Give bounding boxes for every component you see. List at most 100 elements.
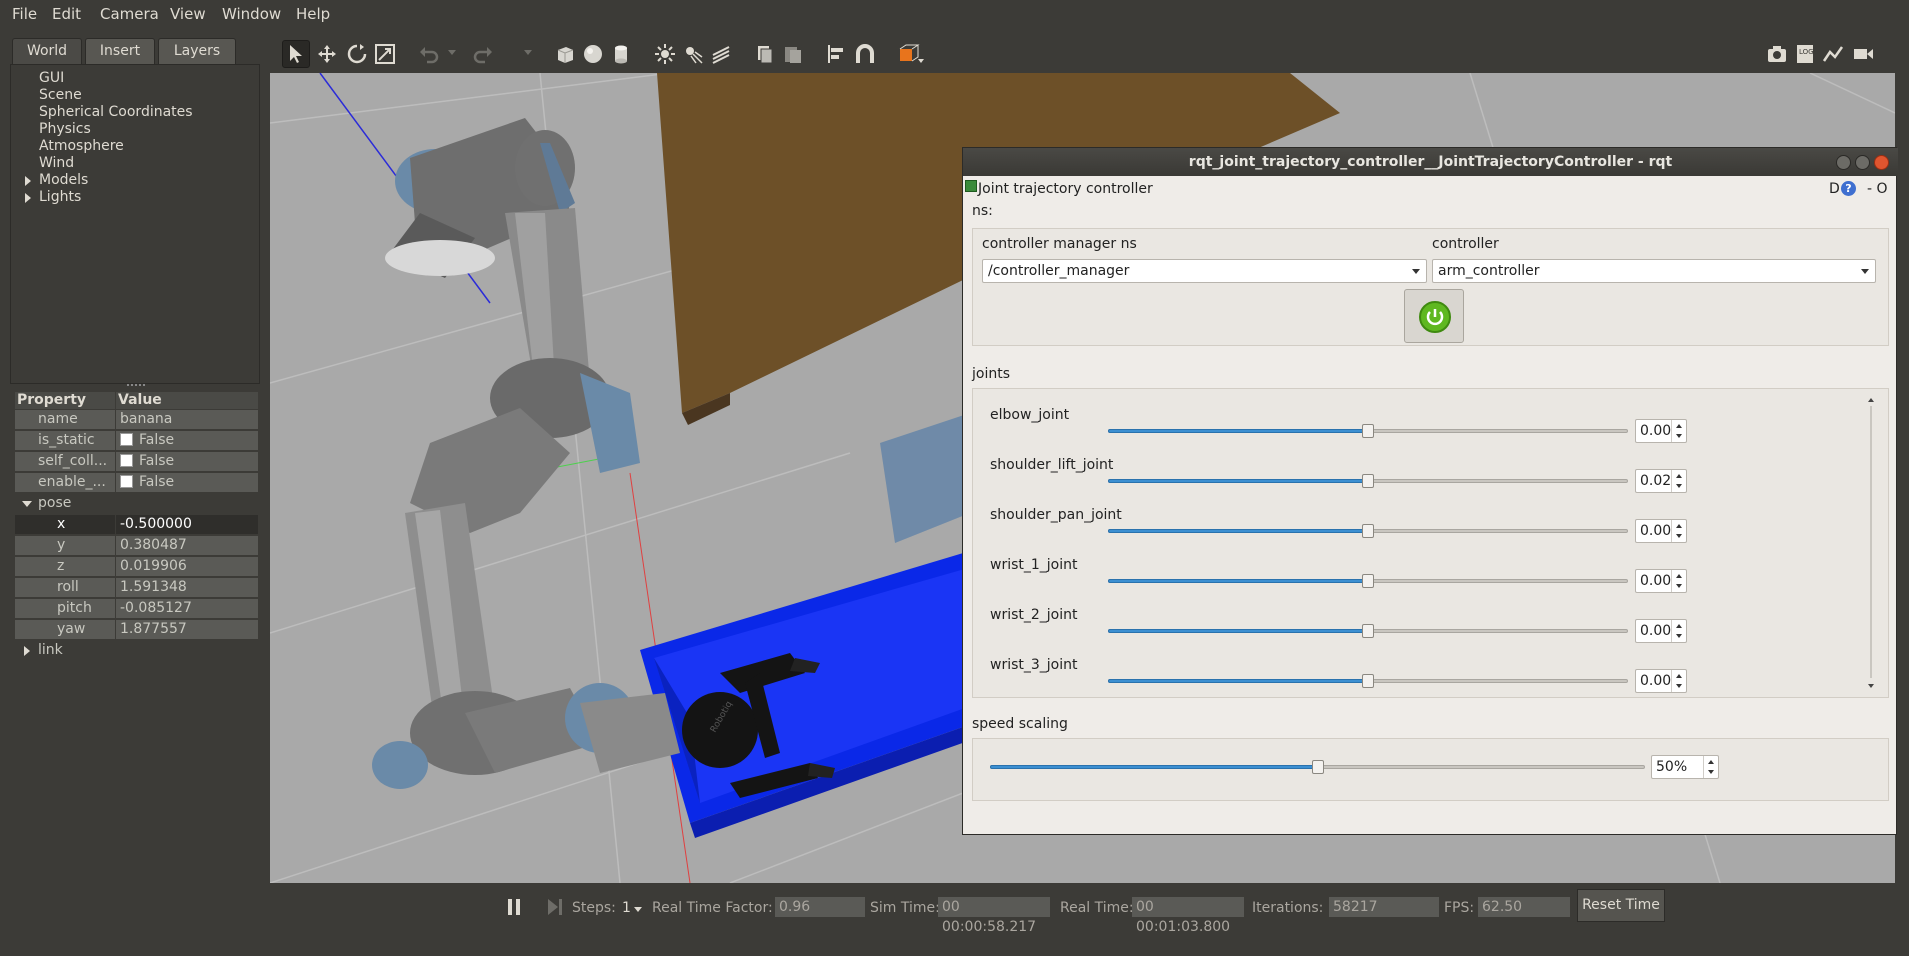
tree-item-scene[interactable]: Scene (39, 87, 82, 103)
copy-icon[interactable] (754, 43, 776, 65)
maximize-icon[interactable] (1855, 155, 1870, 170)
minimize-icon[interactable] (1836, 155, 1851, 170)
help-icon[interactable]: ? (1841, 181, 1856, 196)
rotate-icon[interactable] (346, 43, 368, 65)
decrement-icon[interactable] (1676, 584, 1682, 588)
increment-icon[interactable] (1676, 674, 1682, 678)
log-icon[interactable]: LOG (1794, 43, 1816, 65)
snap-icon[interactable] (854, 43, 876, 65)
expand-arrow-icon[interactable] (25, 176, 31, 186)
decrement-icon[interactable] (1676, 484, 1682, 488)
select-arrow-icon[interactable] (282, 40, 310, 68)
enable-controller-button[interactable] (1404, 289, 1464, 343)
joint-slider-handle[interactable] (1362, 624, 1374, 638)
spot-light-icon[interactable] (682, 43, 704, 65)
decrement-icon[interactable] (1676, 434, 1682, 438)
speed-scaling-spinbox[interactable]: 50% (1651, 755, 1719, 779)
menu-view[interactable]: View (170, 5, 206, 23)
prop-row-x[interactable]: x -0.500000 (15, 515, 258, 535)
joint-slider-handle[interactable] (1362, 674, 1374, 688)
prop-row-y[interactable]: y 0.380487 (15, 536, 258, 556)
prop-row-yaw[interactable]: yaw 1.877557 (15, 620, 258, 640)
tree-item-gui[interactable]: GUI (39, 70, 64, 86)
enable-wind-checkbox[interactable] (120, 475, 133, 488)
decrement-icon[interactable] (1676, 634, 1682, 638)
joint-value-spinbox[interactable]: 0.00 (1635, 569, 1687, 593)
redo-dropdown-icon[interactable] (524, 50, 532, 55)
reset-time-button[interactable]: Reset Time (1577, 889, 1665, 922)
joints-scrollbar[interactable] (1866, 398, 1876, 688)
menu-edit[interactable]: Edit (52, 5, 81, 23)
point-light-icon[interactable] (654, 43, 676, 65)
prop-row-link[interactable]: link (15, 641, 258, 661)
joint-slider-handle[interactable] (1362, 474, 1374, 488)
align-icon[interactable] (826, 43, 848, 65)
increment-icon[interactable] (1676, 524, 1682, 528)
decrement-icon[interactable] (1676, 534, 1682, 538)
directional-light-icon[interactable] (710, 43, 732, 65)
prop-row-z[interactable]: z 0.019906 (15, 557, 258, 577)
menu-file[interactable]: File (12, 5, 37, 23)
scroll-up-icon[interactable] (1868, 398, 1874, 402)
tree-item-spherical-coordinates[interactable]: Spherical Coordinates (39, 104, 193, 120)
controller-select[interactable]: arm_controller (1432, 259, 1876, 283)
increment-icon[interactable] (1676, 424, 1682, 428)
controller-manager-ns-select[interactable]: /controller_manager (982, 259, 1427, 283)
splitter-handle[interactable] (127, 384, 145, 387)
scroll-down-icon[interactable] (1868, 684, 1874, 688)
video-icon[interactable] (1852, 43, 1874, 65)
close-plugin-button[interactable]: - O (1867, 181, 1888, 197)
prop-row-roll[interactable]: roll 1.591348 (15, 578, 258, 598)
pause-icon[interactable] (508, 899, 522, 915)
tree-item-lights[interactable]: Lights (39, 189, 81, 205)
prop-row-enable-wind[interactable]: enable_... False (15, 473, 258, 493)
tree-item-models[interactable]: Models (39, 172, 88, 188)
joint-value-spinbox[interactable]: 0.00 (1635, 519, 1687, 543)
increment-icon[interactable] (1708, 760, 1714, 764)
expand-arrow-icon[interactable] (24, 646, 30, 656)
close-icon[interactable] (1874, 155, 1889, 170)
prop-row-pitch[interactable]: pitch -0.085127 (15, 599, 258, 619)
joint-value-spinbox[interactable]: 0.00 (1635, 669, 1687, 693)
increment-icon[interactable] (1676, 474, 1682, 478)
tree-item-wind[interactable]: Wind (39, 155, 74, 171)
dock-button[interactable]: D (1829, 181, 1840, 197)
steps-value[interactable]: 1 (622, 900, 631, 916)
joint-value-spinbox[interactable]: 0.00 (1635, 419, 1687, 443)
decrement-icon[interactable] (1676, 684, 1682, 688)
scale-icon[interactable] (374, 43, 396, 65)
decrement-icon[interactable] (1708, 770, 1714, 774)
change-view-icon[interactable] (898, 43, 924, 65)
prop-row-is-static[interactable]: is_static False (15, 431, 258, 451)
joint-value-spinbox[interactable]: 0.02 (1635, 469, 1687, 493)
plot-icon[interactable] (1822, 43, 1844, 65)
joint-value-spinbox[interactable]: 0.00 (1635, 619, 1687, 643)
joint-slider-handle[interactable] (1362, 424, 1374, 438)
translate-icon[interactable] (316, 43, 338, 65)
tab-world[interactable]: World (12, 38, 82, 64)
sphere-icon[interactable] (582, 43, 604, 65)
menu-help[interactable]: Help (296, 5, 330, 23)
tree-item-physics[interactable]: Physics (39, 121, 91, 137)
is-static-checkbox[interactable] (120, 433, 133, 446)
cylinder-icon[interactable] (610, 43, 632, 65)
joint-slider-handle[interactable] (1362, 574, 1374, 588)
speed-scaling-handle[interactable] (1312, 760, 1324, 774)
rqt-title-bar[interactable]: rqt_joint_trajectory_controller__JointTr… (963, 148, 1898, 176)
prop-row-name[interactable]: name banana (15, 410, 258, 430)
self-collide-checkbox[interactable] (120, 454, 133, 467)
increment-icon[interactable] (1676, 624, 1682, 628)
step-icon[interactable] (548, 899, 564, 915)
steps-dropdown-icon[interactable] (634, 907, 642, 912)
prop-row-self-collide[interactable]: self_coll... False (15, 452, 258, 472)
undo-dropdown-icon[interactable] (448, 50, 456, 55)
tab-layers[interactable]: Layers (158, 38, 236, 64)
screenshot-icon[interactable] (1766, 43, 1788, 65)
prop-row-pose[interactable]: pose (15, 494, 258, 514)
menu-camera[interactable]: Camera (100, 5, 159, 23)
joint-slider-handle[interactable] (1362, 524, 1374, 538)
redo-icon[interactable] (472, 43, 494, 65)
undo-icon[interactable] (418, 43, 440, 65)
increment-icon[interactable] (1676, 574, 1682, 578)
collapse-arrow-icon[interactable] (22, 501, 32, 507)
